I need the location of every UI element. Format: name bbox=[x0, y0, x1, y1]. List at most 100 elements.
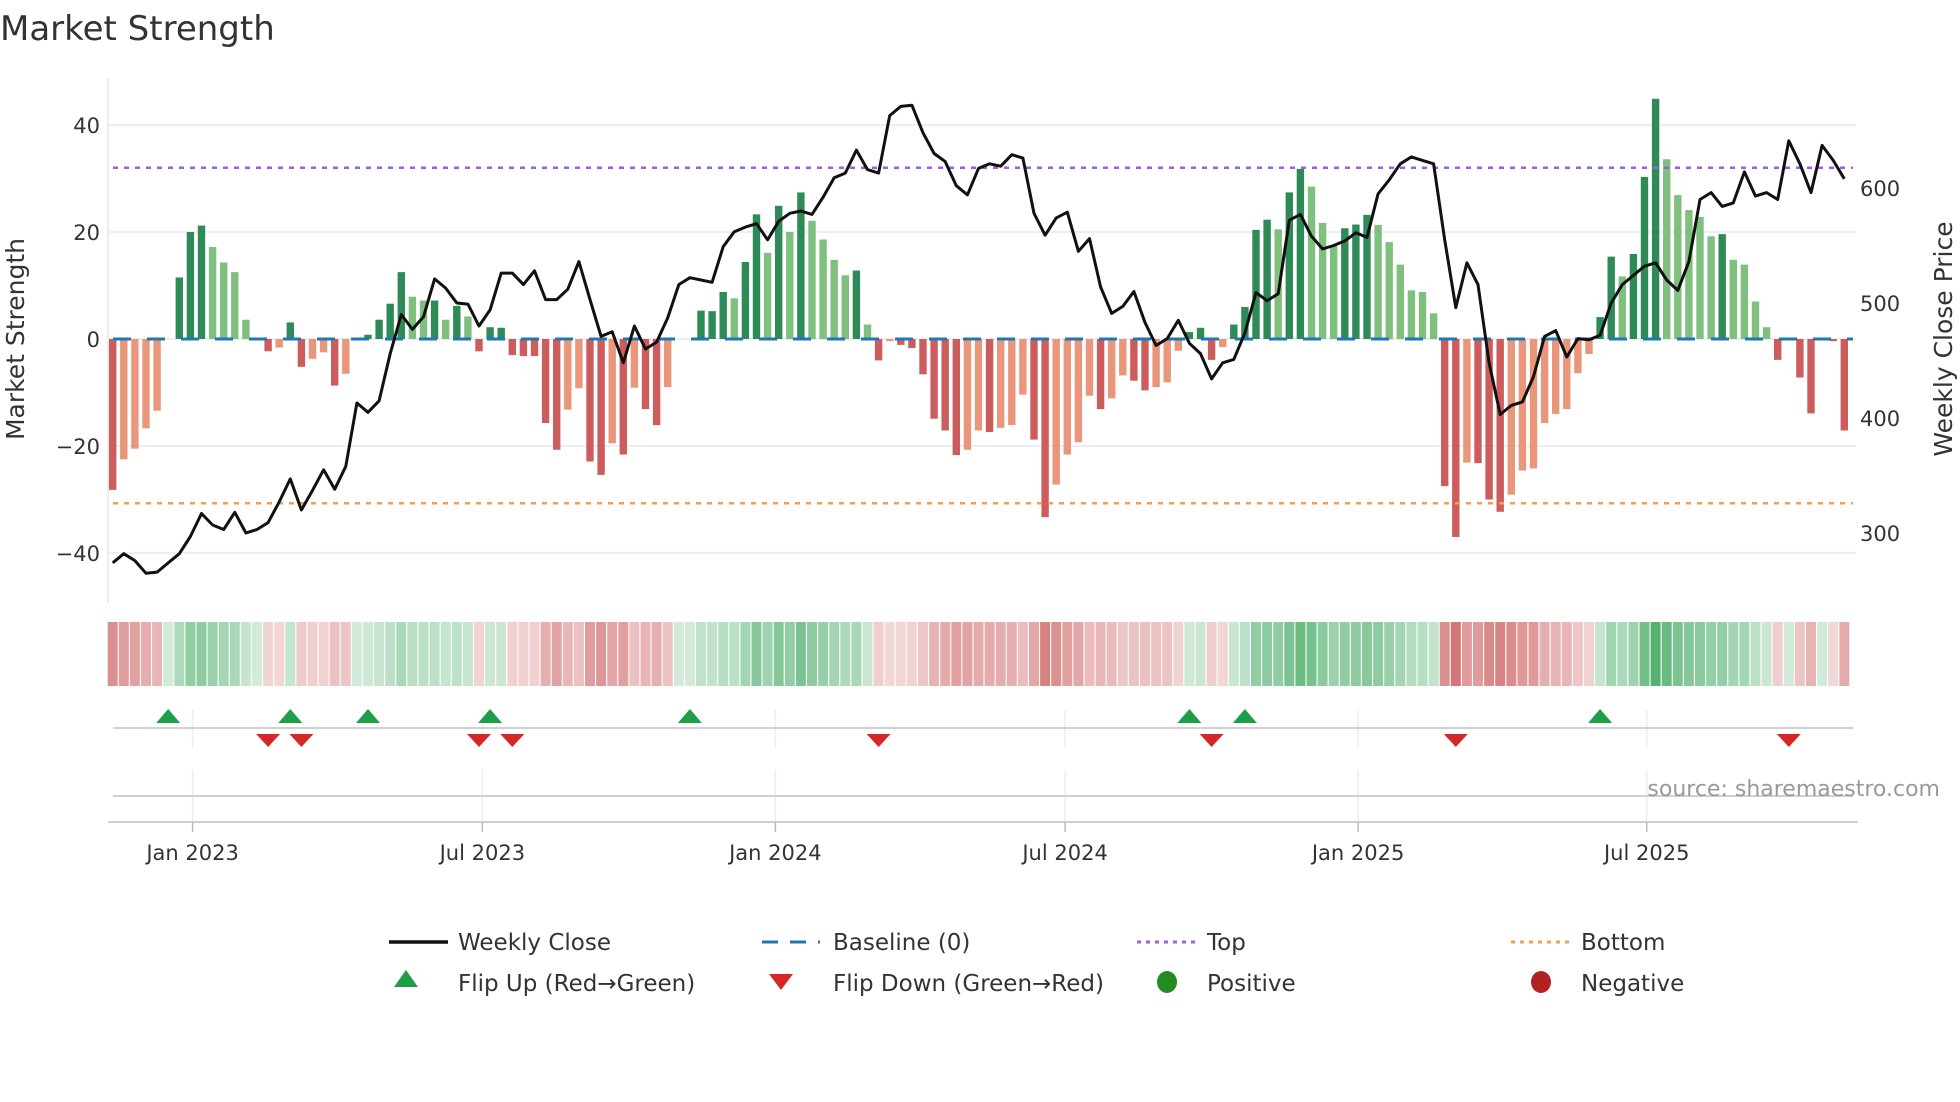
strip-cell bbox=[1439, 622, 1450, 686]
strip-cell bbox=[207, 622, 218, 686]
x-tick-label: Jul 2025 bbox=[1602, 841, 1689, 865]
strip-cell bbox=[1350, 622, 1361, 686]
strip-cell bbox=[1572, 622, 1583, 686]
strip-cell bbox=[1317, 622, 1328, 686]
strength-bar bbox=[586, 339, 594, 462]
strength-bar bbox=[1474, 339, 1482, 464]
strip-cell bbox=[1328, 622, 1339, 686]
strip-cell bbox=[1306, 622, 1317, 686]
negative-dot-icon bbox=[1531, 971, 1551, 993]
strength-bar bbox=[963, 339, 972, 450]
strength-bar bbox=[1096, 339, 1105, 410]
strength-bar bbox=[974, 339, 983, 431]
strip-cell bbox=[1184, 622, 1195, 686]
strength-bar bbox=[1130, 339, 1138, 381]
strip-cell bbox=[540, 622, 551, 686]
strip-cell bbox=[1828, 622, 1839, 686]
strength-bar bbox=[564, 339, 572, 410]
flip-down-marker bbox=[1199, 734, 1224, 747]
strip-cell bbox=[1695, 622, 1705, 686]
strip-cell bbox=[851, 622, 862, 686]
strip-cell bbox=[1217, 622, 1228, 686]
strip-cell bbox=[263, 622, 274, 686]
strength-bar bbox=[442, 319, 450, 339]
strength-bar bbox=[1507, 339, 1515, 495]
strip-cell bbox=[1195, 622, 1206, 686]
strip-cell bbox=[252, 622, 262, 686]
right-axis-title: Weekly Close Price bbox=[1929, 221, 1958, 456]
market-strength-chart: Market Strength 40 20 0 −20 −40 600 500 400 300… bbox=[0, 9, 1958, 997]
strip-cell bbox=[940, 622, 951, 686]
strip-cell bbox=[429, 622, 440, 686]
strip-cell bbox=[1140, 622, 1150, 686]
strip-cell bbox=[363, 622, 373, 686]
strength-bar bbox=[1074, 339, 1083, 443]
strength-bar bbox=[142, 339, 150, 429]
strength-bar bbox=[1396, 264, 1404, 339]
strip-cell bbox=[1606, 622, 1617, 686]
legend-flip-down: Flip Down (Green→Red) bbox=[833, 971, 1104, 997]
strip-cell bbox=[1117, 622, 1128, 686]
strip-cell bbox=[1106, 622, 1117, 686]
strip-cell bbox=[1739, 622, 1750, 686]
strength-bar bbox=[1529, 339, 1538, 469]
strip-cell bbox=[1639, 622, 1650, 686]
strength-bar bbox=[1696, 217, 1704, 339]
strength-bar bbox=[297, 339, 306, 367]
strength-bar bbox=[1441, 339, 1449, 487]
strip-cell bbox=[1517, 622, 1528, 686]
flip-down-marker bbox=[866, 734, 891, 747]
strip-cell bbox=[585, 622, 595, 686]
strip-cell bbox=[1806, 622, 1816, 686]
strength-bar bbox=[197, 225, 206, 339]
strength-bar bbox=[1463, 339, 1471, 463]
strip-cell bbox=[496, 622, 507, 686]
strip-cell bbox=[1761, 622, 1772, 686]
y2-tick-label: 500 bbox=[1860, 292, 1900, 316]
strength-bar bbox=[530, 339, 539, 357]
strength-bar bbox=[286, 322, 294, 339]
strip-cell bbox=[1128, 622, 1139, 686]
strip-cell bbox=[1339, 622, 1350, 686]
strength-bar bbox=[386, 303, 394, 339]
positive-dot-icon bbox=[1157, 971, 1177, 993]
strength-bar bbox=[231, 272, 239, 339]
strip-cell bbox=[962, 622, 973, 686]
strip-cell bbox=[740, 622, 751, 686]
strength-bar bbox=[597, 339, 605, 475]
strength-bar bbox=[1407, 290, 1416, 339]
strip-cell bbox=[829, 622, 840, 686]
strip-cell bbox=[895, 622, 906, 686]
strip-cell bbox=[662, 622, 673, 686]
strength-bars bbox=[109, 98, 1848, 537]
strength-bar bbox=[208, 246, 217, 339]
strip-cell bbox=[318, 622, 329, 686]
strip-cell bbox=[529, 622, 540, 686]
strength-bar bbox=[1307, 186, 1316, 339]
strip-cell bbox=[1750, 622, 1761, 686]
strength-bar bbox=[1330, 245, 1338, 339]
strength-bar bbox=[741, 261, 750, 339]
strip-cell bbox=[1428, 622, 1439, 686]
strip-cell bbox=[651, 622, 662, 686]
strip-cell bbox=[152, 622, 163, 686]
strip-cell bbox=[551, 622, 562, 686]
strength-bar bbox=[819, 239, 827, 339]
strength-bar bbox=[242, 319, 250, 339]
strip-cell bbox=[462, 622, 473, 686]
strip-cell bbox=[474, 622, 484, 686]
strip-cell bbox=[1650, 622, 1661, 686]
y-tick-label: 20 bbox=[73, 221, 100, 245]
y-tick-label: −40 bbox=[56, 542, 100, 566]
strength-bar bbox=[308, 339, 317, 359]
strength-bar bbox=[1207, 339, 1216, 360]
strength-bar bbox=[952, 339, 960, 456]
strength-bar bbox=[697, 310, 705, 339]
y2-tick-label: 400 bbox=[1860, 407, 1900, 431]
strength-bar bbox=[1685, 210, 1693, 339]
strength-bar bbox=[175, 277, 183, 339]
strip-cell bbox=[1728, 622, 1739, 686]
strip-cell bbox=[174, 622, 185, 686]
strength-bar bbox=[519, 339, 528, 357]
strength-bar bbox=[830, 259, 838, 339]
